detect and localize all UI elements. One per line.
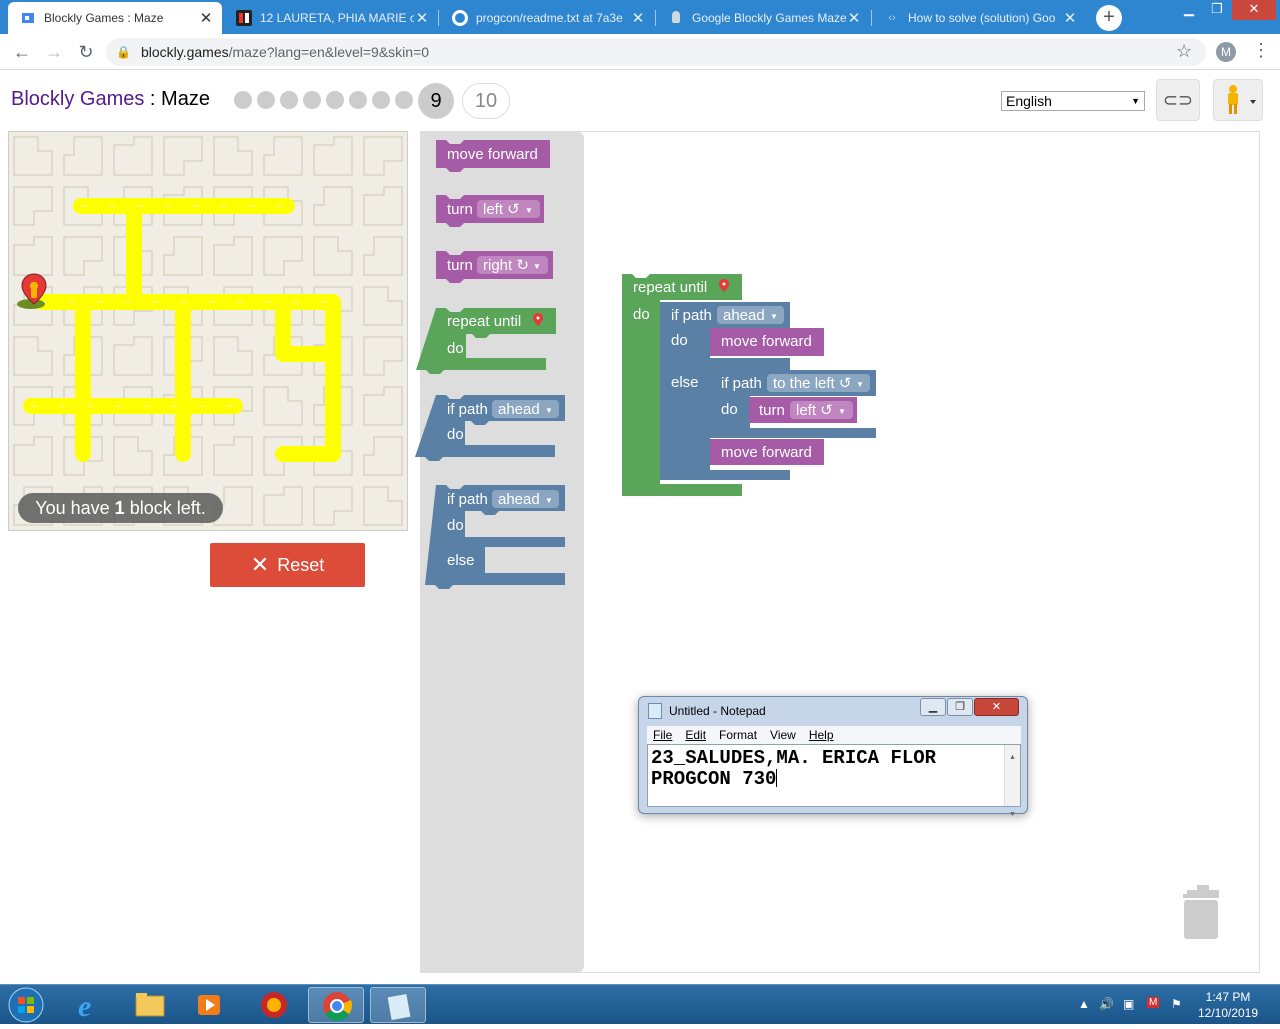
notepad-text-area[interactable]: 23_SALUDES,MA. ERICA FLOR PROGCON 730 ▲ ▼	[647, 744, 1021, 819]
dropdown-arrow-icon: ▼	[856, 380, 864, 389]
block-label: do	[671, 332, 688, 349]
taskbar-media-player[interactable]	[182, 987, 238, 1023]
notepad-close-button[interactable]: ✕	[974, 698, 1019, 716]
dropdown-value: to the left ↺	[773, 375, 851, 392]
dropdown-arrow-icon: ▼	[770, 312, 778, 321]
toolbox-turn-left-block[interactable]: turn left ↺ ▼	[436, 195, 544, 227]
notepad-icon	[648, 703, 662, 719]
block-label: move forward	[721, 333, 812, 350]
block-label: repeat until	[633, 279, 707, 296]
notepad-scrollbar[interactable]: ▲ ▼	[1004, 745, 1020, 819]
program-turn-left-block[interactable]: turn left ↺ ▼	[749, 397, 857, 423]
action-center-icon[interactable]: ⚑	[1171, 997, 1182, 1011]
block-label: if path	[671, 307, 712, 324]
taskbar-file-explorer[interactable]	[122, 987, 178, 1023]
menu-edit[interactable]: Edit	[685, 728, 706, 742]
trash-can-icon[interactable]	[1183, 884, 1223, 940]
dropdown-value: right ↻	[483, 257, 529, 274]
clock-date: 12/10/2019	[1197, 1006, 1259, 1020]
toolbox-move-forward-block[interactable]: move forward	[436, 140, 550, 172]
taskbar-chrome[interactable]	[308, 987, 364, 1023]
toolbox-if-path-block[interactable]: if path ahead ▼ do	[415, 395, 565, 461]
notepad-menu-bar: File Edit Format View Help	[647, 726, 1021, 744]
dropdown-arrow-icon: ▼	[838, 407, 846, 416]
folder-icon	[135, 993, 165, 1017]
network-icon[interactable]: ▣	[1123, 997, 1134, 1011]
block-label: turn	[759, 402, 785, 419]
block-label: move forward	[721, 444, 812, 461]
notepad-window[interactable]: Untitled - Notepad ▁ ❐ ✕ File Edit Forma…	[638, 696, 1028, 819]
block-label: turn	[447, 257, 473, 274]
antivirus-icon[interactable]: M	[1147, 997, 1160, 1008]
clock-time: 1:47 PM	[1205, 990, 1251, 1004]
menu-format[interactable]: Format	[719, 728, 757, 742]
dropdown-value: ahead	[723, 307, 765, 324]
windows-taskbar: e ▲ 🔊 ▣ M ⚑ 1:47 PM 12/10/2019	[0, 984, 1280, 1024]
taskbar-game-app[interactable]	[244, 987, 300, 1023]
game-app-icon	[261, 992, 287, 1018]
dropdown-value: ahead	[498, 401, 540, 418]
notepad-minimize-button[interactable]: ▁	[920, 698, 946, 716]
block-label: do	[721, 401, 738, 418]
program-move-forward-block[interactable]: move forward	[710, 328, 824, 356]
volume-icon[interactable]: 🔊	[1099, 997, 1114, 1011]
block-label: if path	[447, 491, 488, 508]
program-move-forward-block-2[interactable]: move forward	[710, 439, 824, 465]
media-player-icon	[198, 995, 220, 1015]
block-label: do	[633, 306, 650, 323]
block-label: repeat until	[447, 313, 521, 330]
taskbar-internet-explorer[interactable]: e	[62, 987, 118, 1023]
toolbox-turn-right-block[interactable]: turn right ↻ ▼	[436, 251, 553, 283]
block-label: do	[447, 340, 464, 357]
notepad-icon	[386, 992, 412, 1022]
dropdown-value: left ↺	[483, 201, 520, 218]
dropdown-arrow-icon: ▼	[545, 496, 553, 505]
menu-view[interactable]: View	[770, 728, 796, 742]
taskbar-notepad[interactable]	[370, 987, 426, 1023]
block-label: turn	[447, 201, 473, 218]
block-label: else	[671, 374, 699, 391]
blocks-layer: move forward turn left ↺ ▼ turn right ↻ …	[415, 140, 876, 589]
notepad-line-2: PROGCON 730	[651, 768, 777, 790]
chrome-icon	[323, 992, 353, 1021]
menu-help[interactable]: Help	[809, 728, 834, 742]
svg-text:e: e	[78, 990, 91, 1023]
dropdown-arrow-icon: ▼	[533, 262, 541, 271]
toolbox-if-else-block[interactable]: if path ahead ▼ do else	[425, 485, 565, 589]
start-button-icon[interactable]	[4, 986, 48, 1024]
block-label: if path	[447, 401, 488, 418]
block-label: move forward	[447, 146, 538, 163]
notepad-title: Untitled - Notepad	[669, 704, 766, 718]
notepad-maximize-button[interactable]: ❐	[947, 698, 973, 716]
taskbar-clock[interactable]: 1:47 PM 12/10/2019	[1196, 989, 1260, 1021]
dropdown-value: ahead	[498, 491, 540, 508]
block-label: do	[447, 517, 464, 534]
show-hidden-icons-icon[interactable]: ▲	[1078, 997, 1090, 1011]
text-caret	[776, 769, 778, 787]
notepad-line-1: 23_SALUDES,MA. ERICA FLOR	[651, 747, 937, 769]
dropdown-arrow-icon: ▼	[545, 406, 553, 415]
internet-explorer-icon: e	[78, 990, 91, 1023]
block-label: if path	[721, 375, 762, 392]
toolbox-repeat-until-block[interactable]: repeat until do	[416, 308, 556, 374]
block-label: do	[447, 426, 464, 443]
block-label: else	[447, 552, 475, 569]
dropdown-arrow-icon: ▼	[525, 206, 533, 215]
menu-file[interactable]: File	[653, 728, 672, 742]
dropdown-value: left ↺	[796, 402, 833, 419]
